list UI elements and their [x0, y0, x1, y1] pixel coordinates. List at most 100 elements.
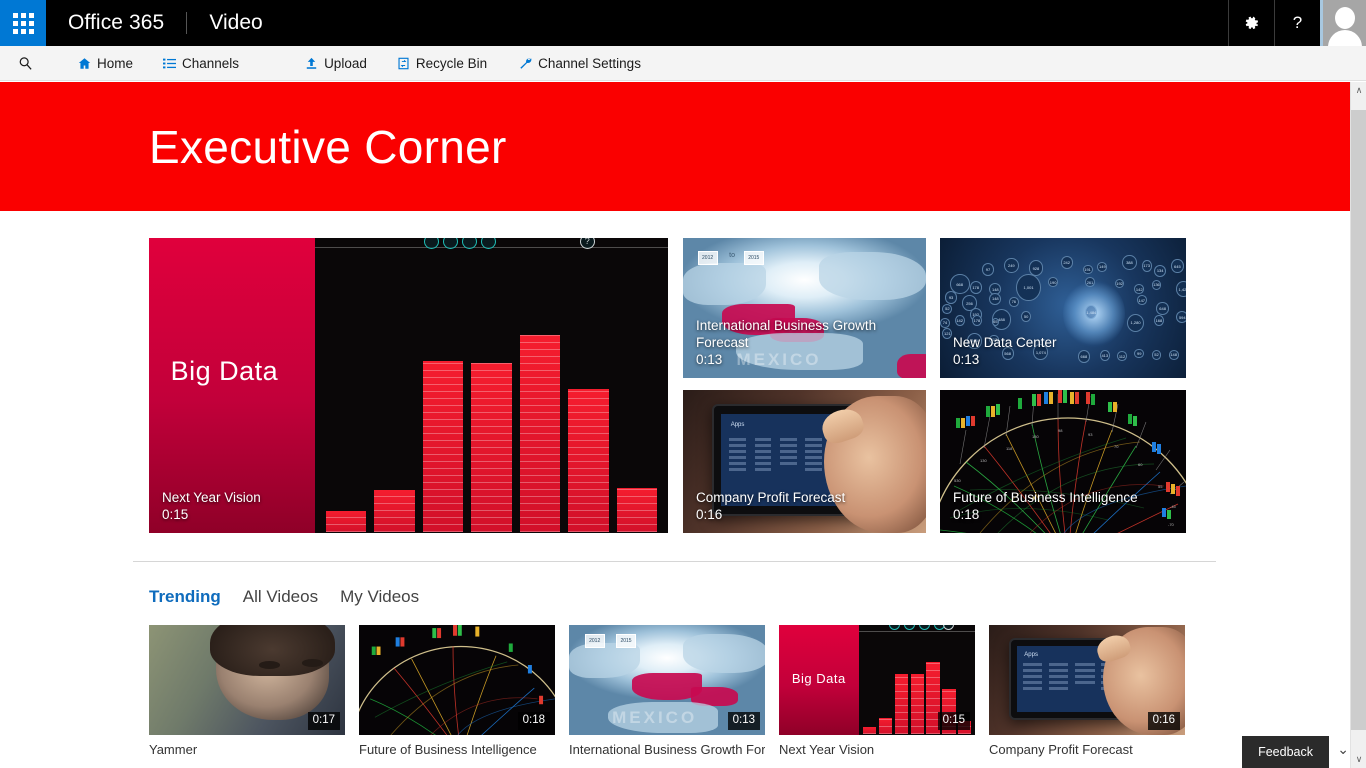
gear-icon-svg [1243, 15, 1260, 32]
scrollbar-thumb[interactable] [1351, 110, 1366, 730]
video-tile-caption: New Data Center 0:13 [953, 335, 1057, 369]
help-icon[interactable]: ? [1274, 0, 1320, 46]
wrench-icon-svg [519, 57, 532, 70]
section-divider [133, 561, 1216, 562]
home-icon [78, 57, 91, 70]
svg-text:93: 93 [1088, 432, 1093, 437]
big-data-chart-art: ? [315, 238, 668, 533]
video-tile-future-of-business-intelligence[interactable]: 530130118 1809893 706055 -45-70 [940, 390, 1186, 533]
recycle-bin-icon [397, 57, 410, 70]
scroll-down-icon[interactable]: ∨ [1351, 751, 1366, 768]
svg-text:130: 130 [980, 458, 987, 463]
svg-text:118: 118 [1006, 446, 1013, 451]
video-thumbnail[interactable]: ? Big Data 0:15 [779, 625, 975, 735]
feedback-button[interactable]: Feedback [1242, 736, 1329, 768]
video-card[interactable]: Apps 0:16 Company Profit F [989, 625, 1185, 757]
app-launcher-grid [13, 13, 34, 34]
page-title: Executive Corner [149, 124, 507, 170]
chart-toolbar-icons [424, 238, 496, 249]
video-card[interactable]: 0:17 Yammer [149, 625, 345, 757]
vertical-scrollbar[interactable]: ∧ ∨ [1350, 82, 1366, 768]
scroll-up-icon[interactable]: ∧ [1351, 82, 1366, 99]
video-tile-caption: International Business Growth Forecast 0… [696, 318, 926, 369]
video-tile-new-data-center[interactable]: 668 97 249 928 242 191 149 388 173 134 6… [940, 238, 1186, 378]
map-chip-to: to [729, 252, 735, 259]
featured-video-grid: ? Big Data Next Year Vision 0:15 [149, 238, 1186, 533]
nav-item-channels-label: Channels [182, 56, 239, 71]
list-icon [163, 57, 176, 70]
svg-text:55: 55 [1158, 484, 1163, 489]
video-duration: 0:16 [696, 507, 845, 524]
video-card-title: Next Year Vision [779, 742, 975, 757]
nav-item-home-label: Home [97, 56, 133, 71]
svg-text:98: 98 [1058, 428, 1063, 433]
video-tile-caption: Company Profit Forecast 0:16 [696, 490, 845, 524]
nav-item-channels[interactable]: Channels [153, 46, 249, 80]
video-tile-spotlight[interactable]: ? Big Data Next Year Vision 0:15 [149, 238, 668, 533]
video-duration-badge: 0:16 [1148, 712, 1180, 730]
tablet-apps-label: Apps [731, 422, 745, 428]
video-card[interactable]: 0:18 Future of Business Intelligence [359, 625, 555, 757]
wrench-icon [519, 57, 532, 70]
tab-trending[interactable]: Trending [149, 587, 221, 607]
channel-banner: Executive Corner [0, 82, 1350, 211]
suite-bar: Office 365 Video ? [0, 0, 1366, 46]
svg-text:-70: -70 [1168, 522, 1175, 527]
page-content: Executive Corner ? Big Data [0, 82, 1350, 768]
map-chip-end: 2015 [744, 251, 764, 265]
app-name-video[interactable]: Video [187, 0, 284, 46]
gear-icon[interactable] [1228, 0, 1274, 46]
video-duration-badge: 0:17 [308, 712, 340, 730]
trending-video-strip: 0:17 Yammer [149, 625, 1209, 757]
nav-item-home[interactable]: Home [68, 46, 143, 80]
video-card[interactable]: ? Big Data 0:15 Next Year Vis [779, 625, 975, 757]
svg-text:60: 60 [1138, 462, 1143, 467]
video-duration: 0:13 [696, 352, 926, 369]
video-thumbnail[interactable]: Apps 0:16 [989, 625, 1185, 735]
video-title: Future of Business Intelligence [953, 490, 1138, 507]
home-icon-svg [78, 57, 91, 70]
video-card[interactable]: 2012 2015 MEXICO 0:13 International Busi… [569, 625, 765, 757]
video-card-title: Company Profit Forecast [989, 742, 1185, 757]
nav-item-recycle-bin-label: Recycle Bin [416, 56, 487, 71]
video-thumbnail[interactable]: 0:17 [149, 625, 345, 735]
video-thumbnail[interactable]: 0:18 [359, 625, 555, 735]
suite-bar-actions: ? [1228, 0, 1366, 46]
video-card-title: International Business Growth Forec [569, 742, 765, 757]
list-icon-svg [163, 57, 176, 70]
video-card-title: Yammer [149, 742, 345, 757]
video-tile-caption: Future of Business Intelligence 0:18 [953, 490, 1138, 524]
tab-all-videos[interactable]: All Videos [243, 587, 318, 607]
svg-text:70: 70 [1114, 444, 1119, 449]
svg-text:-45: -45 [1170, 504, 1177, 509]
video-duration: 0:18 [953, 507, 1138, 524]
big-data-panel: Big Data [779, 625, 859, 735]
video-duration: 0:15 [162, 507, 261, 524]
nav-item-channel-settings[interactable]: Channel Settings [509, 46, 651, 80]
video-tile-company-profit-forecast[interactable]: Apps Company Profit Forecast 0: [683, 390, 926, 533]
video-list-tabs: Trending All Videos My Videos [149, 587, 1350, 607]
video-title: International Business Growth Forecast [696, 318, 926, 352]
chart-bars [326, 272, 658, 532]
chevron-down-icon[interactable]: ⌄ [1337, 741, 1349, 758]
video-duration-badge: 0:18 [518, 712, 550, 730]
video-title: Company Profit Forecast [696, 490, 845, 507]
video-title: New Data Center [953, 335, 1057, 352]
video-duration-badge: 0:15 [938, 712, 970, 730]
video-card-title: Future of Business Intelligence [359, 742, 555, 757]
avatar[interactable] [1320, 0, 1366, 46]
tab-my-videos[interactable]: My Videos [340, 587, 419, 607]
tablet-apps-label: Apps [1024, 652, 1038, 658]
map-chip-from: 2012 [585, 634, 605, 648]
nav-item-upload[interactable]: Upload [295, 46, 377, 80]
avatar-body [1328, 30, 1362, 46]
video-thumbnail[interactable]: 2012 2015 MEXICO 0:13 [569, 625, 765, 735]
video-tile-caption: Next Year Vision 0:15 [162, 490, 261, 524]
search-icon[interactable] [0, 46, 50, 80]
svg-text:530: 530 [954, 478, 961, 483]
app-launcher-icon[interactable] [0, 0, 46, 46]
map-chip-end: 2015 [616, 634, 636, 648]
office365-brand[interactable]: Office 365 [46, 0, 186, 46]
video-tile-international-business-growth-forecast[interactable]: 2012 to 2015 MEXICO International Busine… [683, 238, 926, 378]
nav-item-recycle-bin[interactable]: Recycle Bin [387, 46, 497, 80]
